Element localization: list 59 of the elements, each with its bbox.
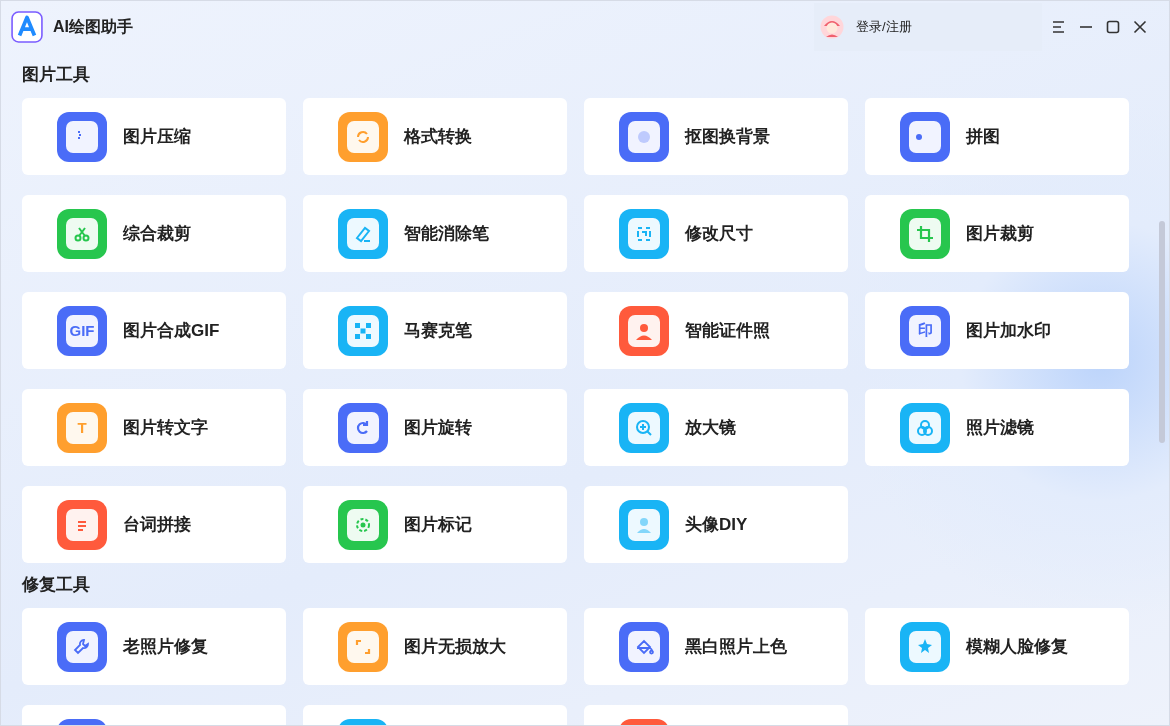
tool-label: 格式转换 [404, 126, 472, 148]
tool-label: 图片合成GIF [123, 320, 220, 342]
tool-card[interactable]: 图片标记 [303, 486, 567, 563]
tool-label: 修改尺寸 [685, 223, 753, 245]
tool-label: 模糊人脸修复 [966, 636, 1068, 658]
tool-card[interactable]: 台词拼接 [22, 486, 286, 563]
tool-card[interactable]: 放大镜 [584, 389, 848, 466]
tool-card[interactable]: 头像DIY [584, 486, 848, 563]
tool-card[interactable]: 智能证件照 [584, 292, 848, 369]
tool-icon: 印 [900, 305, 950, 356]
tool-label: 图片加水印 [966, 320, 1051, 342]
tool-label: 台词拼接 [123, 514, 191, 536]
tool-card[interactable]: 印 图片加水印 [865, 292, 1129, 369]
tool-card[interactable]: 图片无损放大 [303, 608, 567, 685]
tool-icon: GIF [57, 305, 107, 356]
close-icon[interactable] [1133, 20, 1147, 34]
tool-card[interactable]: T 图片转文字 [22, 389, 286, 466]
tool-card[interactable]: 老照片修复 [22, 608, 286, 685]
tool-card[interactable]: 马赛克笔 [303, 292, 567, 369]
tool-label: 图片无损放大 [404, 636, 506, 658]
tool-label: 智能证件照 [685, 320, 770, 342]
tool-card[interactable]: 拼图 [865, 98, 1129, 175]
section-heading: 修复工具 [22, 574, 91, 596]
menu-icon[interactable] [1052, 20, 1066, 34]
tool-card[interactable]: 模糊人脸修复 [865, 608, 1129, 685]
tool-label: 综合裁剪 [123, 223, 191, 245]
tool-label: 黑白照片上色 [685, 636, 787, 658]
tool-label: 老照片修复 [123, 636, 208, 658]
tool-label: 马赛克笔 [404, 320, 472, 342]
maximize-icon[interactable] [1106, 20, 1120, 34]
tool-card[interactable]: 照片滤镜 [865, 389, 1129, 466]
window-title: AI绘图助手 [53, 16, 133, 37]
app-logo-icon [11, 11, 43, 43]
tool-card[interactable]: 抠图换背景 [584, 98, 848, 175]
tool-card[interactable]: 综合裁剪 [22, 195, 286, 272]
tool-label: 图片裁剪 [966, 223, 1034, 245]
tool-label: 拼图 [966, 126, 1000, 148]
tool-label: 图片旋转 [404, 417, 472, 439]
section-heading: 图片工具 [22, 64, 91, 86]
tool-icon: T [57, 402, 107, 453]
tool-label: 智能消除笔 [404, 223, 489, 245]
tool-label: 图片转文字 [123, 417, 208, 439]
tool-card[interactable]: 图片旋转 [303, 389, 567, 466]
scrollbar-thumb[interactable] [1159, 221, 1165, 443]
tool-label: 头像DIY [685, 514, 748, 536]
tool-card[interactable]: 格式转换 [303, 98, 567, 175]
tool-card[interactable]: 智能消除笔 [303, 195, 567, 272]
tool-label: 图片标记 [404, 514, 472, 536]
tool-card[interactable]: 黑白照片上色 [584, 608, 848, 685]
tool-card[interactable]: 修改尺寸 [584, 195, 848, 272]
tool-label: 照片滤镜 [966, 417, 1034, 439]
tool-label: 图片压缩 [123, 126, 191, 148]
tool-label: 放大镜 [685, 417, 736, 439]
tool-label: 抠图换背景 [685, 126, 770, 148]
tool-card[interactable]: 图片压缩 [22, 98, 286, 175]
avatar-icon[interactable] [820, 15, 844, 39]
tool-card[interactable]: 图片裁剪 [865, 195, 1129, 272]
tool-card[interactable]: GIF 图片合成GIF [22, 292, 286, 369]
login-link[interactable]: 登录/注册 [856, 18, 912, 36]
